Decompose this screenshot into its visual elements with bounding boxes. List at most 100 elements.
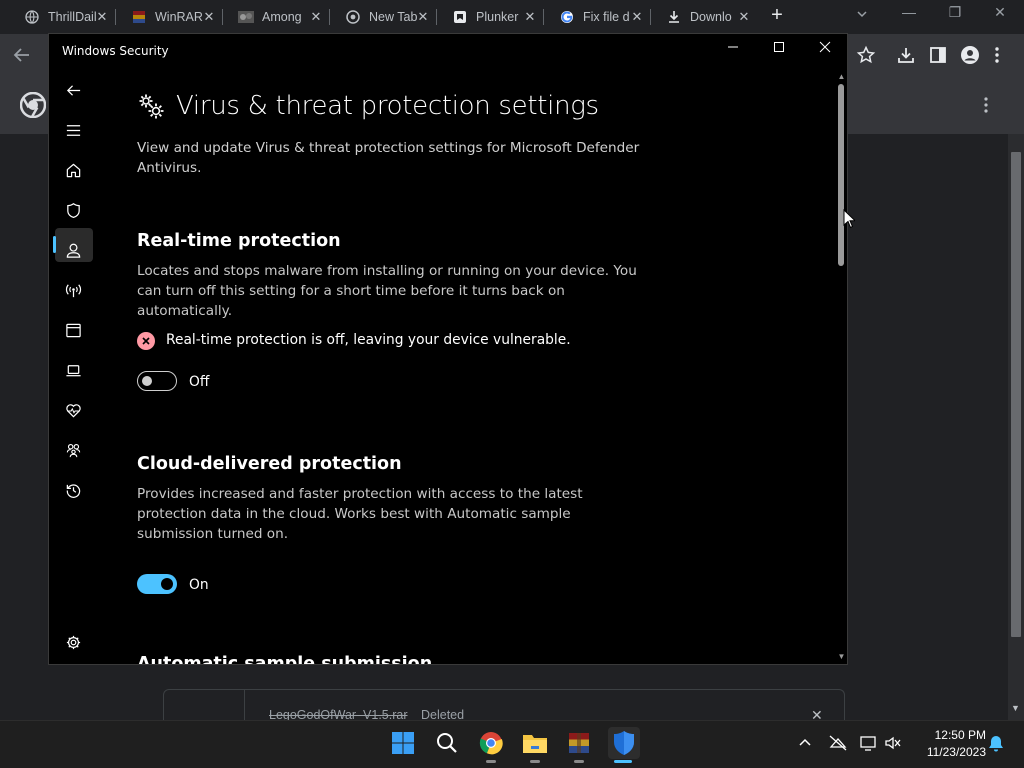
tab-separator bbox=[222, 9, 223, 25]
display-icon[interactable] bbox=[860, 735, 878, 753]
browser-tab-1[interactable]: ThrillDaily ✕ bbox=[14, 4, 114, 30]
windows-security-icon[interactable] bbox=[608, 727, 640, 759]
browser-tab-4[interactable]: New Tab ✕ bbox=[335, 4, 435, 30]
tab-separator bbox=[543, 9, 544, 25]
laptop-icon[interactable] bbox=[61, 358, 85, 382]
settings-scroll-thumb[interactable] bbox=[838, 84, 844, 266]
winrar-icon[interactable] bbox=[565, 729, 593, 757]
realtime-protection-toggle[interactable] bbox=[137, 371, 177, 391]
realtime-protection-warning: Real-time protection is off, leaving you… bbox=[166, 332, 571, 348]
chrome-icon[interactable] bbox=[477, 729, 505, 757]
scroll-down-icon[interactable]: ▼ bbox=[836, 652, 847, 662]
file-explorer-icon[interactable] bbox=[521, 729, 549, 757]
toggle-knob bbox=[161, 578, 173, 590]
tab-separator bbox=[115, 9, 116, 25]
realtime-protection-heading: Real-time protection bbox=[137, 231, 341, 251]
notification-bell-icon[interactable] bbox=[988, 735, 1006, 753]
error-x-icon bbox=[137, 332, 155, 350]
family-icon[interactable] bbox=[61, 438, 85, 462]
history-icon[interactable] bbox=[61, 478, 85, 502]
browser-tab-7[interactable]: Downlo ✕ bbox=[656, 4, 756, 30]
back-arrow-icon[interactable] bbox=[61, 78, 85, 102]
app-window-icon[interactable] bbox=[61, 318, 85, 342]
active-indicator bbox=[614, 760, 632, 763]
download-icon bbox=[666, 9, 682, 25]
nav-active-indicator bbox=[53, 236, 56, 253]
wireless-network-icon[interactable] bbox=[61, 278, 85, 302]
chrome-logo-icon bbox=[19, 91, 47, 119]
cloud-protection-heading: Cloud-delivered protection bbox=[137, 454, 402, 474]
tab-separator bbox=[329, 9, 330, 25]
cloud-protection-description: Provides increased and faster protection… bbox=[137, 486, 583, 542]
automatic-sample-submission-heading: Automatic sample submission bbox=[137, 654, 433, 665]
tab-separator bbox=[436, 9, 437, 25]
taskbar-time[interactable]: 12:50 PM bbox=[914, 728, 986, 742]
new-tab-button[interactable]: + bbox=[766, 5, 788, 27]
browser-tab-6[interactable]: Fix file d ✕ bbox=[549, 4, 649, 30]
network-disconnected-icon[interactable] bbox=[829, 735, 847, 753]
tab-title: WinRAR bbox=[155, 10, 203, 24]
star-icon[interactable] bbox=[856, 45, 878, 67]
windows-security-window: Windows Security Virus & threat protecti… bbox=[48, 33, 848, 665]
account-icon[interactable] bbox=[61, 238, 85, 262]
scroll-down-icon[interactable]: ▼ bbox=[1011, 703, 1021, 713]
tab-title: ThrillDaily bbox=[48, 10, 96, 24]
tab-title: Fix file d bbox=[583, 10, 630, 24]
settings-content: Virus & threat protection settings View … bbox=[137, 34, 837, 664]
download-item-divider bbox=[244, 690, 245, 720]
google-icon bbox=[559, 9, 575, 25]
search-icon[interactable] bbox=[433, 729, 461, 757]
mouse-cursor-icon bbox=[843, 208, 857, 229]
cloud-protection-toggle-label: On bbox=[189, 577, 209, 593]
more-options-icon[interactable] bbox=[982, 96, 998, 114]
among-us-icon bbox=[238, 9, 254, 25]
browser-tab-2[interactable]: WinRAR ✕ bbox=[121, 4, 221, 30]
start-icon[interactable] bbox=[389, 729, 417, 757]
tab-title: Plunker bbox=[476, 10, 519, 24]
close-icon[interactable]: ✕ bbox=[94, 9, 110, 25]
hamburger-menu-icon[interactable] bbox=[61, 118, 85, 142]
running-indicator bbox=[574, 760, 584, 763]
close-icon[interactable]: ✕ bbox=[988, 4, 1012, 24]
close-icon[interactable]: ✕ bbox=[522, 9, 538, 25]
restore-icon[interactable]: ❐ bbox=[943, 4, 967, 24]
gears-icon bbox=[137, 92, 165, 120]
settings-gear-icon[interactable] bbox=[61, 630, 85, 654]
profile-icon[interactable] bbox=[960, 45, 982, 67]
chevron-up-icon[interactable] bbox=[797, 735, 815, 753]
home-icon[interactable] bbox=[61, 158, 85, 182]
globe-icon bbox=[24, 9, 40, 25]
page-scroll-thumb[interactable] bbox=[1011, 152, 1021, 637]
minimize-icon[interactable]: — bbox=[897, 4, 921, 24]
winrar-icon bbox=[131, 9, 147, 25]
tab-separator bbox=[650, 9, 651, 25]
tab-title: New Tab bbox=[369, 10, 417, 24]
tab-title: Among bbox=[262, 10, 302, 24]
close-icon[interactable]: ✕ bbox=[201, 9, 217, 25]
page-title: Virus & threat protection settings bbox=[176, 91, 599, 121]
health-heart-icon[interactable] bbox=[61, 398, 85, 422]
chrome-icon bbox=[345, 9, 361, 25]
close-icon[interactable]: ✕ bbox=[736, 9, 752, 25]
browser-tab-5[interactable]: Plunker ✕ bbox=[442, 4, 542, 30]
browser-tab-3[interactable]: Among ✕ bbox=[228, 4, 328, 30]
realtime-protection-description: Locates and stops malware from installin… bbox=[137, 263, 637, 319]
side-panel-icon[interactable] bbox=[928, 45, 950, 67]
back-arrow-icon[interactable] bbox=[12, 45, 34, 67]
tab-title: Downlo bbox=[690, 10, 732, 24]
running-indicator bbox=[486, 760, 496, 763]
more-options-icon[interactable] bbox=[993, 45, 1015, 67]
shield-icon[interactable] bbox=[61, 198, 85, 222]
close-icon[interactable]: ✕ bbox=[629, 9, 645, 25]
taskbar-date[interactable]: 11/23/2023 bbox=[890, 745, 986, 759]
realtime-protection-toggle-label: Off bbox=[189, 374, 210, 390]
close-icon[interactable]: ✕ bbox=[308, 9, 324, 25]
chevron-down-icon[interactable] bbox=[855, 7, 871, 23]
page-subtitle: View and update Virus & threat protectio… bbox=[137, 140, 640, 176]
close-icon[interactable]: ✕ bbox=[415, 9, 431, 25]
download-icon[interactable] bbox=[896, 45, 918, 67]
cloud-protection-toggle[interactable] bbox=[137, 574, 177, 594]
navigation-rail bbox=[49, 70, 97, 664]
toggle-knob bbox=[142, 376, 152, 386]
plunker-icon bbox=[452, 9, 468, 25]
